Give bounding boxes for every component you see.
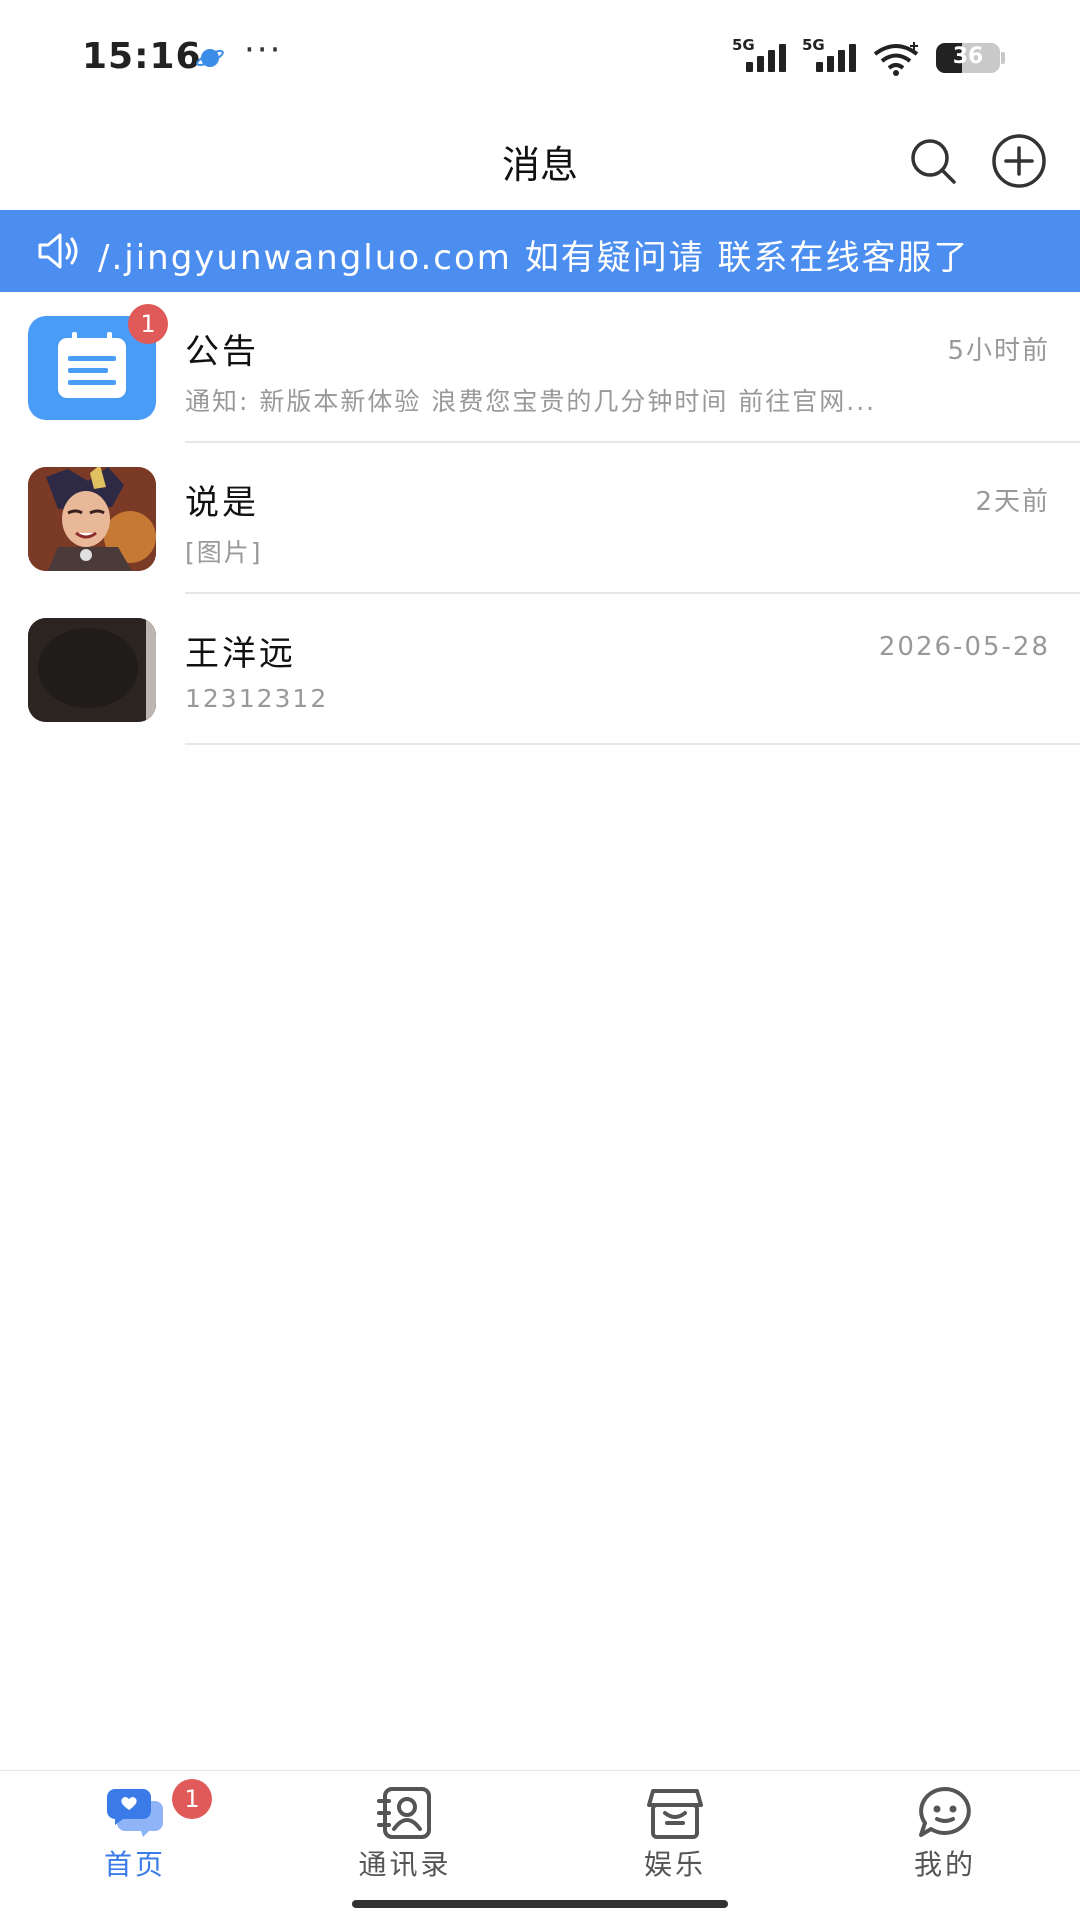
battery-level: 36 — [952, 44, 984, 69]
conversation-name: 说是 — [185, 483, 259, 523]
bottom-tab-bar: 1 首页 通讯录 娱乐 我的 — [0, 1770, 1080, 1921]
conversation-preview: 通知: 新版本新体验 浪费您宝贵的几分钟时间 前往官网... — [185, 387, 877, 416]
conversation-preview: 12312312 — [185, 684, 329, 713]
status-time: 15:16 — [82, 36, 202, 77]
dark-photo-avatar — [28, 618, 156, 722]
conversation-item[interactable]: 1 公告 5小时前 通知: 新版本新体验 浪费您宝贵的几分钟时间 前往官网... — [0, 292, 1080, 443]
conversation-time: 2天前 — [975, 487, 1050, 517]
conversation-time: 5小时前 — [947, 336, 1050, 366]
tab-label: 娱乐 — [643, 1848, 706, 1881]
wifi-icon — [873, 42, 919, 76]
divider — [185, 743, 1080, 745]
unread-badge: 1 — [128, 304, 168, 344]
conversation-name: 王洋远 — [185, 634, 296, 674]
chat-bubbles-icon — [107, 1789, 163, 1837]
tab-label: 我的 — [913, 1848, 976, 1881]
status-more-icon: ··· — [244, 30, 283, 70]
conversation-list: 1 公告 5小时前 通知: 新版本新体验 浪费您宝贵的几分钟时间 前往官网...… — [0, 292, 1080, 745]
speaker-icon — [38, 233, 78, 269]
tab-mine[interactable]: 我的 — [810, 1771, 1080, 1891]
signal-icon: 5G — [802, 36, 864, 76]
tab-entertainment[interactable]: 娱乐 — [540, 1771, 810, 1891]
tab-label: 首页 — [103, 1848, 166, 1881]
conversation-item[interactable]: 王洋远 2026-05-28 12312312 — [0, 594, 1080, 745]
tab-badge: 1 — [172, 1779, 212, 1819]
tab-contacts[interactable]: 通讯录 — [270, 1771, 540, 1891]
notice-bar[interactable]: /.jingyunwangluo.com 如有疑问请 联系在线客服了 — [0, 210, 1080, 292]
smiley-bubble-icon — [919, 1787, 971, 1837]
conversation-item[interactable]: 说是 2天前 [图片] — [0, 443, 1080, 594]
game-character-avatar — [28, 467, 156, 571]
battery-icon: 36 — [936, 43, 1005, 73]
conversation-name: 公告 — [185, 332, 259, 372]
search-icon[interactable] — [904, 132, 962, 190]
signal-label: 5G — [802, 36, 825, 54]
tab-home[interactable]: 1 首页 — [0, 1771, 270, 1891]
conversation-preview: [图片] — [185, 538, 263, 567]
conversation-time: 2026-05-28 — [878, 632, 1050, 662]
signal-icon: 5G — [732, 36, 794, 76]
home-indicator — [352, 1900, 728, 1908]
store-box-icon — [647, 1789, 703, 1839]
browser-planet-icon — [196, 49, 224, 67]
status-bar: 15:16 ··· 5G 5G 36 — [0, 0, 1080, 110]
signal-label: 5G — [732, 36, 755, 54]
contacts-book-icon — [377, 1787, 431, 1839]
status-indicators: 5G 5G 36 — [732, 36, 1005, 78]
top-header: 消息 — [0, 110, 1080, 210]
notice-text: /.jingyunwangluo.com 如有疑问请 联系在线客服了 — [98, 238, 970, 278]
tab-label: 通讯录 — [358, 1848, 452, 1881]
plus-circle-icon[interactable] — [990, 132, 1048, 190]
